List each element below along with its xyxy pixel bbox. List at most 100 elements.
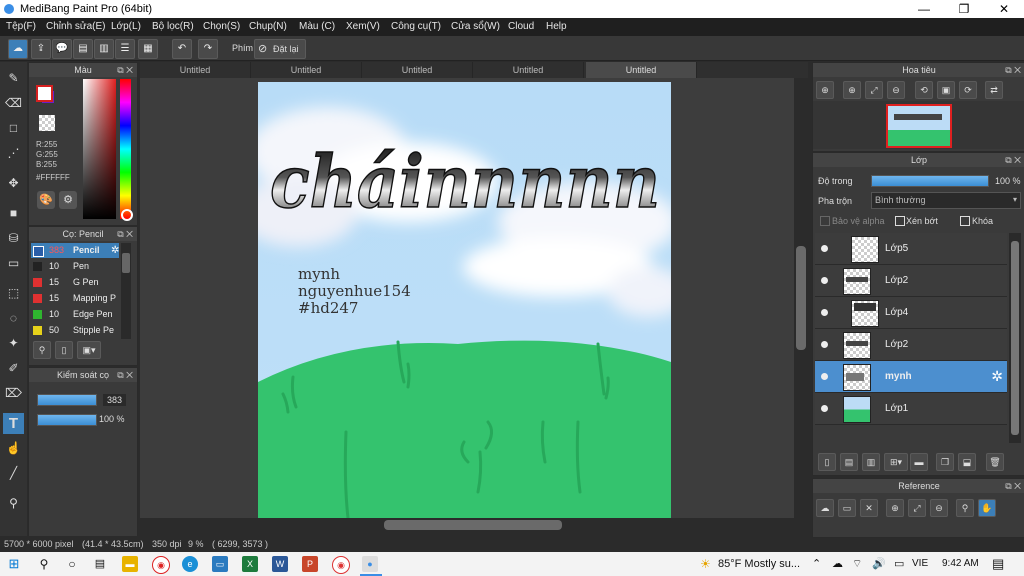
scrollbar-thumb[interactable]: [122, 253, 130, 273]
divide-tool-icon[interactable]: ╱: [3, 463, 24, 484]
menu-filter[interactable]: Bộ lọc(R): [152, 21, 194, 32]
move-tool-icon[interactable]: ✥: [3, 173, 24, 194]
primary-color-swatch[interactable]: [36, 85, 53, 102]
tab-untitled-4[interactable]: Untitled: [473, 62, 584, 78]
brush-opacity-slider[interactable]: [37, 414, 97, 426]
speech-bubble-icon[interactable]: 💬: [52, 39, 72, 59]
magic-wand-tool-icon[interactable]: ✦: [3, 333, 24, 354]
reset-button[interactable]: ⊘ Đặt lại: [254, 39, 306, 59]
tab-untitled-2[interactable]: Untitled: [251, 62, 362, 78]
brush-item[interactable]: 10 Edge Pen: [31, 307, 119, 322]
lasso-tool-icon[interactable]: ◌: [3, 308, 24, 329]
ref-fit-icon[interactable]: ⤢: [908, 499, 926, 517]
navigator-preview-area[interactable]: [813, 101, 1024, 149]
minimize-button[interactable]: —: [904, 0, 944, 18]
page-list-icon[interactable]: ☰: [115, 39, 135, 59]
new-vector-layer-icon[interactable]: ▥: [862, 453, 880, 471]
comic-panel-icon[interactable]: ▤: [73, 39, 93, 59]
maximize-button[interactable]: ❐: [944, 0, 984, 18]
menu-capture[interactable]: Chụp(N): [249, 21, 287, 32]
brush-list-scrollbar[interactable]: [121, 243, 131, 339]
start-icon[interactable]: ⊞: [6, 556, 22, 572]
panel-close-icon[interactable]: ⧉ ✕: [1005, 479, 1021, 493]
menu-edit[interactable]: Chỉnh sửa(E): [46, 21, 106, 32]
lock-checkbox[interactable]: [960, 216, 970, 226]
fit-window-icon[interactable]: ⤢: [865, 81, 883, 99]
layer-list-scrollbar[interactable]: [1009, 233, 1021, 443]
eye-icon[interactable]: [821, 373, 828, 380]
merge-layer-icon[interactable]: ⬓: [958, 453, 976, 471]
menu-cloud[interactable]: Cloud: [508, 21, 534, 32]
eye-icon[interactable]: [821, 277, 828, 284]
actual-size-icon[interactable]: ▣: [937, 81, 955, 99]
clock[interactable]: 9:42 AM: [942, 558, 979, 569]
horizontal-scroll-thumb[interactable]: [384, 520, 562, 530]
panel-close-icon[interactable]: ⧉ ✕: [1005, 63, 1021, 77]
new-folder-icon[interactable]: ▬: [910, 453, 928, 471]
horizontal-scrollbar[interactable]: [140, 518, 808, 532]
undo-icon[interactable]: ↶: [172, 39, 192, 59]
zoom-in-icon[interactable]: ⊕: [843, 81, 861, 99]
rectangle-tool-icon[interactable]: □: [3, 118, 24, 139]
brush-menu-icon[interactable]: ▣▾: [77, 341, 101, 359]
layer-row[interactable]: Lớp2: [815, 265, 1007, 297]
vertical-scroll-thumb[interactable]: [796, 246, 806, 350]
close-button[interactable]: ✕: [984, 0, 1024, 18]
new-layer-icon[interactable]: ▯: [818, 453, 836, 471]
close-reference-icon[interactable]: ✕: [860, 499, 878, 517]
panel-close-icon[interactable]: ⧉ ✕: [1005, 153, 1021, 167]
panel-close-icon[interactable]: ⧉ ✕: [117, 63, 133, 77]
vertical-scrollbar[interactable]: [794, 78, 808, 518]
hue-handle[interactable]: [121, 209, 133, 221]
layer-row[interactable]: mynh ✲: [815, 361, 1007, 393]
tray-expand-icon[interactable]: ⌃: [812, 557, 821, 570]
add-brush-icon[interactable]: ⚲: [33, 341, 51, 359]
eye-icon[interactable]: [821, 405, 828, 412]
layer-menu-icon[interactable]: ⊞▾: [884, 453, 908, 471]
flip-icon[interactable]: ⇄: [985, 81, 1003, 99]
cloud-icon[interactable]: ☁: [8, 39, 28, 59]
layer-row[interactable]: Lớp5: [815, 233, 1007, 265]
palette-settings-icon[interactable]: ⚙: [59, 191, 77, 209]
volume-icon[interactable]: 🔊: [872, 557, 886, 570]
menu-layer[interactable]: Lớp(L): [111, 21, 141, 32]
protect-alpha-checkbox[interactable]: [820, 216, 830, 226]
file-explorer-icon[interactable]: ▬: [122, 556, 138, 572]
select-tool-icon[interactable]: ⬚: [3, 283, 24, 304]
medibang-taskbar-icon[interactable]: ●: [362, 556, 378, 572]
rotate-left-icon[interactable]: ⟲: [915, 81, 933, 99]
chrome-icon[interactable]: ◉: [332, 556, 350, 574]
share-icon[interactable]: ⇪: [31, 39, 51, 59]
menu-color[interactable]: Màu (C): [299, 21, 335, 32]
hand-tool-icon[interactable]: ✋: [978, 499, 996, 517]
ref-eyedropper-icon[interactable]: ⚲: [956, 499, 974, 517]
rotate-right-icon[interactable]: ⟳: [959, 81, 977, 99]
tab-untitled-1[interactable]: Untitled: [140, 62, 251, 78]
palette-icon[interactable]: 🎨: [37, 191, 55, 209]
brush-tool-icon[interactable]: ✎: [3, 68, 24, 89]
bucket-tool-icon[interactable]: ⛁: [3, 228, 24, 249]
battery-icon[interactable]: ▭: [894, 557, 904, 570]
notification-icon[interactable]: ▤: [992, 556, 1004, 572]
menu-select[interactable]: Chọn(S): [203, 21, 240, 32]
brush-item[interactable]: 15 Mapping P: [31, 291, 119, 306]
scrollbar-thumb[interactable]: [1011, 241, 1019, 435]
layer-opacity-slider[interactable]: [871, 175, 989, 187]
eye-icon[interactable]: [821, 309, 828, 316]
tab-untitled-5[interactable]: Untitled: [586, 62, 697, 78]
eraser-tool-icon[interactable]: ⌫: [3, 93, 24, 114]
cortana-icon[interactable]: ○: [64, 556, 80, 572]
open-folder-icon[interactable]: ▭: [838, 499, 856, 517]
gradient-tool-icon[interactable]: ▭: [3, 253, 24, 274]
select-eraser-tool-icon[interactable]: ⌦: [3, 383, 24, 404]
task-view-icon[interactable]: ▤: [92, 556, 108, 572]
brush-size-value[interactable]: 383: [103, 394, 127, 406]
text-tool-icon[interactable]: T: [3, 413, 24, 434]
new-brush-icon[interactable]: ▯: [55, 341, 73, 359]
menu-help[interactable]: Help: [546, 21, 567, 32]
new-halftone-layer-icon[interactable]: ▤: [840, 453, 858, 471]
tab-untitled-3[interactable]: Untitled: [362, 62, 473, 78]
layer-row[interactable]: Lớp4: [815, 297, 1007, 329]
menu-tools[interactable]: Công cụ(T): [391, 21, 441, 32]
cloud-tray-icon[interactable]: ☁: [832, 557, 843, 570]
